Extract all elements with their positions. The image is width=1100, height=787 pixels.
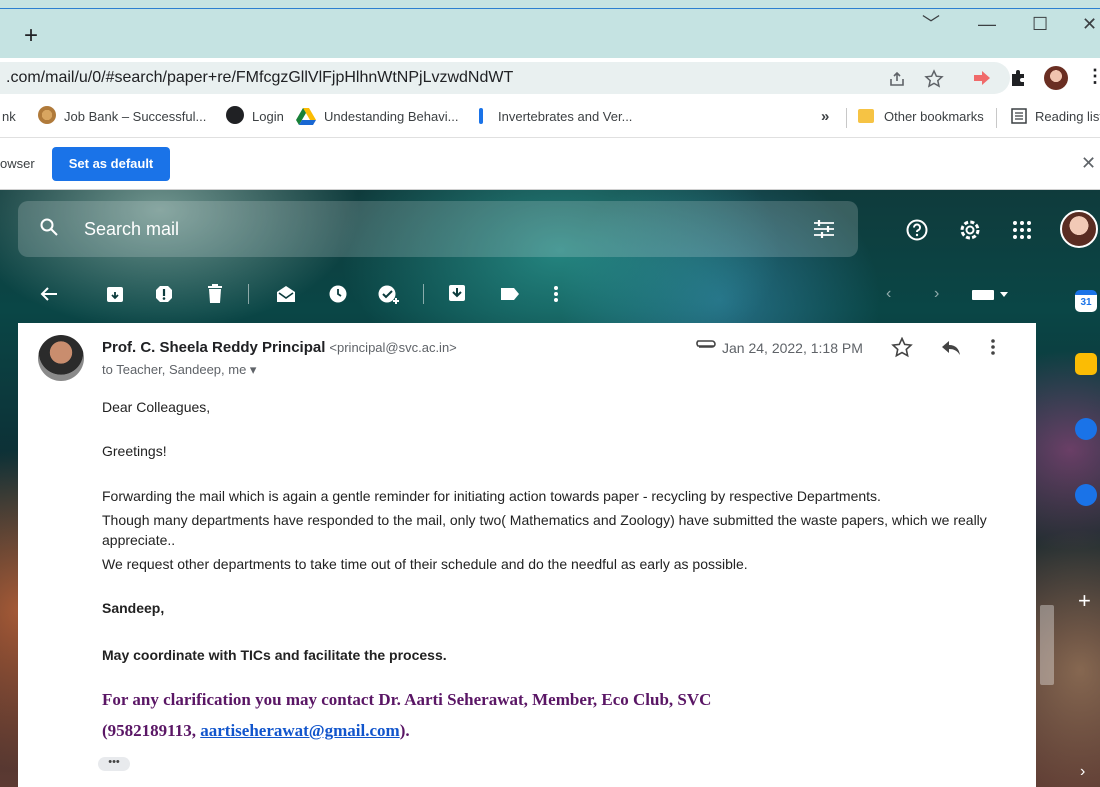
contact-phone: (9582189113, — [102, 721, 201, 740]
instruction: May coordinate with TICs and facilitate … — [102, 647, 447, 663]
default-browser-infobar: owser Set as default — [0, 138, 1100, 190]
bookmark-item[interactable]: Undestanding Behavi... — [324, 109, 458, 124]
search-options-icon[interactable] — [813, 219, 835, 239]
move-to-icon[interactable] — [448, 284, 466, 302]
paragraph-3: We request other departments to take tim… — [102, 556, 748, 572]
paragraph-2: Though many departments have responded t… — [102, 512, 987, 548]
google-drive-icon — [296, 108, 316, 125]
help-icon[interactable] — [906, 219, 928, 241]
share-icon[interactable] — [888, 70, 906, 88]
greetings-line: Greetings! — [102, 443, 167, 459]
snooze-clock-icon[interactable] — [329, 285, 347, 303]
recipients-dropdown[interactable]: to Teacher, Sandeep, me ▾ — [102, 362, 256, 378]
contact-email-link[interactable]: aartiseherawat@gmail.com — [200, 721, 399, 740]
older-chevron-icon[interactable]: › — [934, 285, 939, 303]
extension-arrow-icon[interactable] — [972, 70, 992, 86]
bookmark-item[interactable]: Job Bank – Successful... — [64, 109, 206, 124]
bookmark-divider — [996, 108, 997, 128]
login-globe-icon — [226, 106, 244, 124]
scrollbar-thumb[interactable] — [1040, 605, 1054, 685]
paragraph-1: Forwarding the mail which is again a gen… — [102, 488, 881, 504]
sender-line: Prof. C. Sheela Reddy Principal <principa… — [102, 339, 457, 356]
star-icon[interactable] — [891, 337, 913, 358]
toolbar-divider — [248, 284, 249, 304]
contact-line-1: For any clarification you may contact Dr… — [102, 690, 712, 709]
bookmark-item[interactable]: nk — [2, 109, 16, 124]
more-options-icon[interactable] — [990, 338, 996, 356]
document-bookmark-icon — [479, 108, 483, 124]
bookmark-item[interactable]: Invertebrates and Ver... — [498, 109, 632, 124]
folder-icon — [858, 109, 874, 123]
set-default-button[interactable]: Set as default — [52, 147, 170, 181]
sender-email: <principal@svc.ac.in> — [329, 340, 457, 355]
bookmark-divider — [846, 108, 847, 128]
mark-unread-icon[interactable] — [276, 285, 296, 303]
reading-list[interactable]: Reading list — [1035, 109, 1100, 124]
back-arrow-icon[interactable] — [40, 286, 58, 302]
minimize-button[interactable]: — — [978, 14, 996, 34]
reading-list-icon — [1011, 108, 1027, 124]
expand-side-panel-icon[interactable]: › — [1080, 763, 1085, 781]
infobar-close-icon[interactable]: ✕ — [1081, 153, 1096, 174]
add-task-icon[interactable] — [378, 284, 400, 304]
profile-avatar[interactable] — [1044, 66, 1068, 90]
sender-avatar[interactable] — [38, 335, 84, 381]
calendar-icon[interactable]: 31 — [1075, 290, 1097, 312]
browser-window: { "browser": { "new_tab": "+", "window_c… — [0, 0, 1100, 787]
address-bar[interactable]: .com/mail/u/0/#search/paper+re/FMfcgzGll… — [0, 62, 1010, 94]
browser-menu-icon[interactable]: ⋮ — [1086, 66, 1100, 87]
browser-toolbar: .com/mail/u/0/#search/paper+re/FMfcgzGll… — [0, 58, 1100, 98]
sender-name[interactable]: Prof. C. Sheela Reddy Principal — [102, 339, 325, 356]
contacts-icon[interactable] — [1075, 484, 1097, 506]
tab-search-chevron-icon[interactable]: ﹀ — [922, 14, 940, 34]
close-window-button[interactable]: ✕ — [1082, 14, 1097, 34]
settings-gear-icon[interactable] — [958, 218, 982, 242]
apps-grid-icon[interactable] — [1012, 220, 1032, 240]
addressee: Sandeep, — [102, 600, 165, 616]
attachment-icon — [696, 340, 716, 348]
infobar-text: owser — [0, 156, 35, 171]
archive-icon[interactable] — [106, 285, 124, 303]
maximize-button[interactable]: ☐ — [1032, 14, 1048, 34]
label-icon[interactable] — [500, 287, 520, 301]
new-tab-button[interactable]: + — [24, 24, 38, 48]
show-trimmed-content-button[interactable]: ••• — [98, 757, 130, 771]
extensions-puzzle-icon[interactable] — [1008, 68, 1028, 88]
delete-trash-icon[interactable] — [207, 284, 223, 303]
bookmark-star-icon[interactable] — [924, 69, 944, 89]
more-bookmarks-button[interactable]: » — [821, 108, 829, 125]
contact-line-2: (9582189113, aartiseherawat@gmail.com). — [102, 721, 410, 741]
toolbar-divider — [423, 284, 424, 304]
accent-line — [0, 8, 1100, 9]
input-tools-keyboard-icon[interactable] — [972, 289, 1010, 301]
report-spam-icon[interactable] — [155, 285, 173, 303]
contact-suffix: ). — [399, 721, 410, 740]
keep-icon[interactable] — [1075, 353, 1097, 375]
reply-icon[interactable] — [941, 340, 961, 356]
job-bank-icon — [38, 106, 56, 124]
get-addons-plus-icon[interactable]: + — [1078, 588, 1091, 614]
tab-strip: + ﹀ — ☐ ✕ — [0, 0, 1100, 58]
search-input[interactable]: Search mail — [84, 219, 179, 240]
bookmark-item[interactable]: Login — [252, 109, 284, 124]
url-text[interactable]: .com/mail/u/0/#search/paper+re/FMfcgzGll… — [6, 69, 513, 87]
bookmarks-bar: nk Job Bank – Successful... Login Undest… — [0, 98, 1100, 138]
other-bookmarks[interactable]: Other bookmarks — [884, 109, 984, 124]
greeting: Dear Colleagues, — [102, 399, 211, 415]
newer-chevron-icon[interactable]: ‹ — [886, 285, 891, 303]
account-avatar[interactable] — [1060, 210, 1098, 248]
more-actions-icon[interactable] — [553, 285, 559, 303]
search-icon[interactable] — [40, 218, 58, 236]
message-date: Jan 24, 2022, 1:18 PM — [722, 340, 863, 356]
tasks-icon[interactable] — [1075, 418, 1097, 440]
